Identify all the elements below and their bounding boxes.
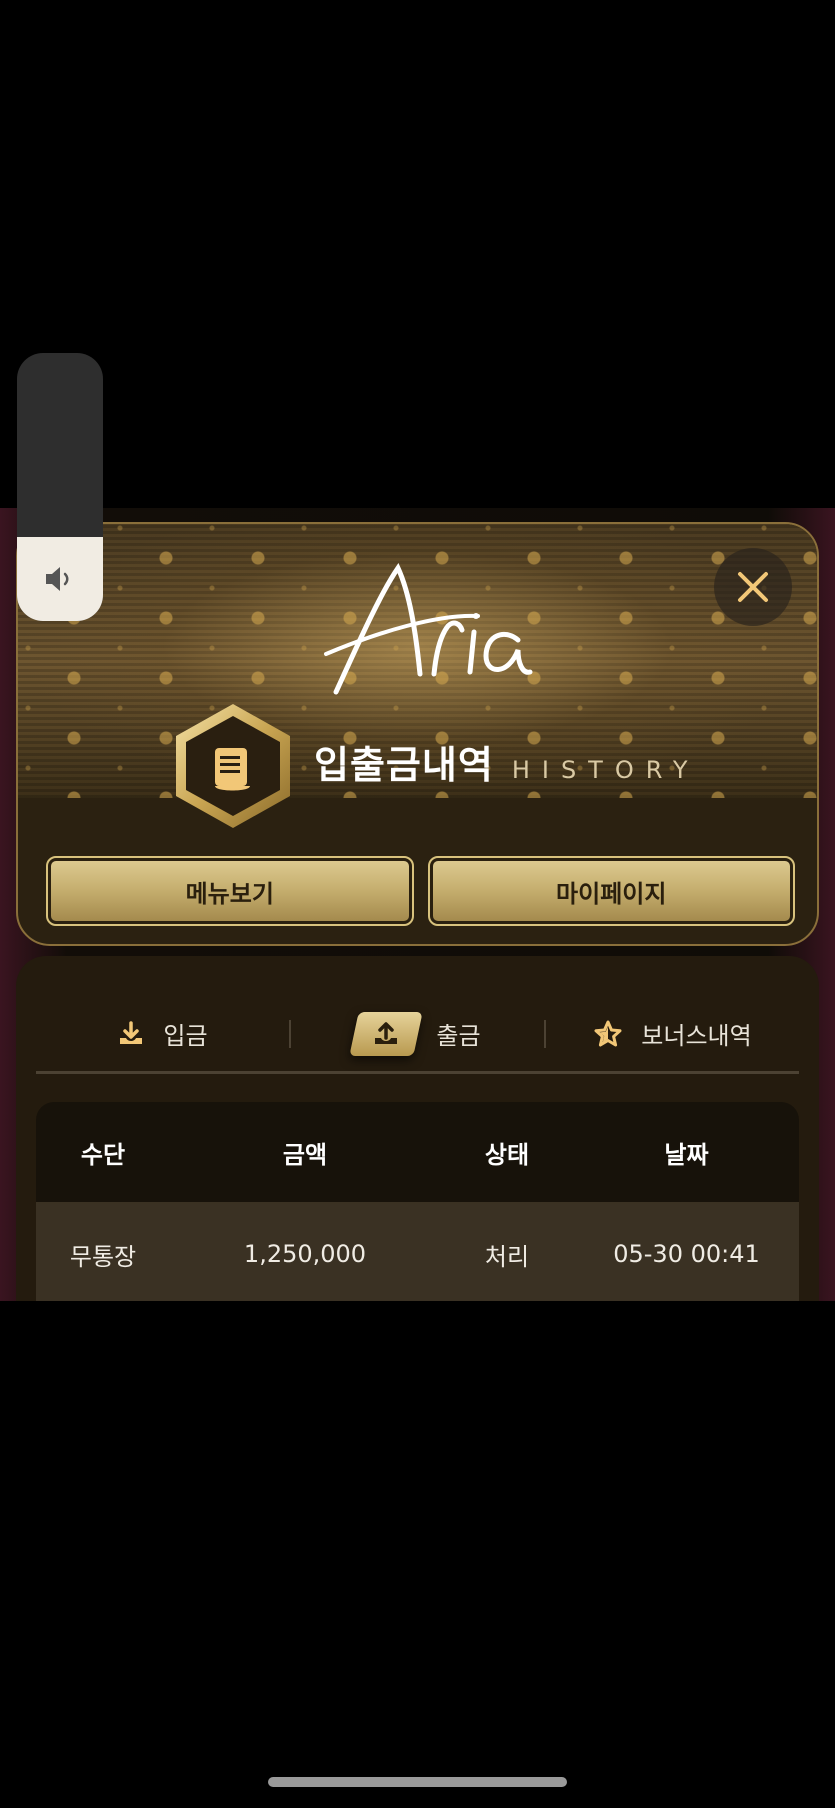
download-icon — [120, 1020, 143, 1044]
history-table: 수단 금액 상태 날짜 무통장 1,250,000 처리 05-30 00:41 — [36, 1102, 799, 1301]
history-badge-icon — [176, 704, 290, 828]
cell-status: 처리 — [484, 1242, 530, 1271]
tab-bonus[interactable]: 보너스내역 — [546, 1004, 799, 1064]
tab-withdraw[interactable]: 출금 — [291, 1004, 544, 1064]
close-icon — [738, 572, 768, 602]
mypage-button[interactable]: 마이페이지 — [427, 856, 795, 926]
modal-button-row: 메뉴보기 마이페이지 — [46, 856, 795, 926]
column-header-method: 수단 — [80, 1140, 126, 1169]
home-indicator[interactable] — [268, 1777, 567, 1787]
aria-logo — [324, 562, 533, 695]
close-button[interactable] — [714, 548, 792, 626]
column-header-status: 상태 — [484, 1140, 530, 1169]
column-header-date: 날짜 — [664, 1140, 709, 1169]
tab-deposit-label: 입금 — [163, 1022, 208, 1050]
volume-level — [17, 537, 103, 621]
cell-date: 05-30 00:41 — [613, 1240, 760, 1268]
volume-hud[interactable] — [17, 353, 103, 621]
tab-bonus-label: 보너스내역 — [641, 1022, 752, 1050]
tab-withdraw-label: 출금 — [436, 1022, 481, 1050]
tab-deposit[interactable]: 입금 — [36, 1004, 289, 1064]
cell-amount: 1,250,000 — [243, 1240, 367, 1268]
page-title: 입출금내역 HISTORY — [314, 734, 700, 789]
tab-withdraw-icon-box — [349, 1011, 424, 1056]
speaker-icon — [46, 567, 69, 591]
page-title-korean: 입출금내역 — [314, 743, 494, 787]
column-header-amount: 금액 — [282, 1140, 328, 1169]
history-modal: 입출금내역 HISTORY 메뉴보기 마이페이지 — [16, 522, 819, 946]
history-tabs: 입금 출금 보너스내역 — [36, 996, 799, 1074]
upload-icon — [375, 1021, 398, 1044]
table-header: 수단 금액 상태 날짜 — [36, 1102, 799, 1204]
history-panel: 입금 출금 보너스내역 수단 금액 상태 날짜 무통장 1,250,000 처리… — [16, 956, 819, 1301]
table-row: 무통장 1,250,000 처리 05-30 00:41 — [36, 1204, 799, 1301]
cell-method: 무통장 — [69, 1242, 137, 1271]
menu-button[interactable]: 메뉴보기 — [46, 856, 414, 926]
page-title-english: HISTORY — [511, 756, 700, 784]
star-icon — [594, 1020, 622, 1046]
